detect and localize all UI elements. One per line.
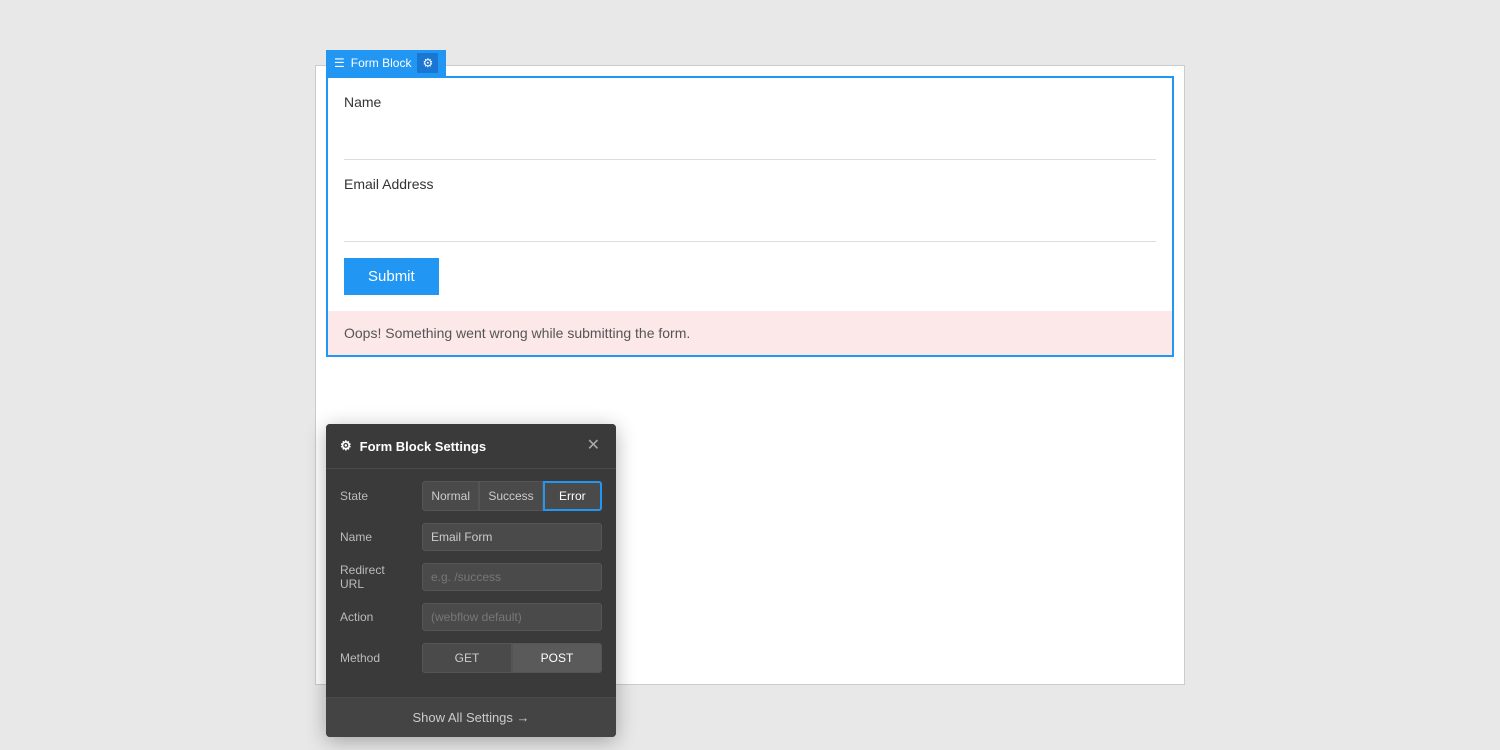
action-row: Action (340, 603, 602, 631)
name-setting-input[interactable] (422, 523, 602, 551)
method-buttons-container: GET POST (422, 643, 602, 673)
email-field: Email Address (344, 176, 1156, 242)
action-input[interactable] (422, 603, 602, 631)
settings-header: ⚙ Form Block Settings ✕ (326, 424, 616, 469)
method-row: Method GET POST (340, 643, 602, 673)
name-setting-label: Name (340, 530, 412, 544)
action-label: Action (340, 610, 412, 624)
name-row: Name (340, 523, 602, 551)
settings-body: State Normal Success Error Name Red (326, 469, 616, 697)
redirect-url-input[interactable] (422, 563, 602, 591)
state-success-button[interactable]: Success (479, 481, 542, 511)
form-block: ☰ Form Block ⚙ Name Email Address Submit… (326, 76, 1174, 357)
error-message-text: Oops! Something went wrong while submitt… (344, 325, 690, 341)
form-block-title: Form Block (351, 56, 412, 70)
state-normal-button[interactable]: Normal (422, 481, 479, 511)
form-icon: ☰ (334, 56, 345, 70)
settings-panel: ⚙ Form Block Settings ✕ State Normal Suc… (326, 424, 616, 737)
canvas: ☰ Form Block ⚙ Name Email Address Submit… (315, 65, 1185, 685)
submit-button[interactable]: Submit (344, 258, 439, 295)
settings-title: ⚙ Form Block Settings (340, 438, 486, 454)
state-error-button[interactable]: Error (543, 481, 602, 511)
form-block-settings-icon[interactable]: ⚙ (417, 53, 438, 73)
email-input[interactable] (344, 200, 1156, 242)
settings-close-button[interactable]: ✕ (585, 436, 602, 456)
action-input-container (422, 603, 602, 631)
settings-title-text: Form Block Settings (360, 439, 486, 454)
redirect-url-input-container (422, 563, 602, 591)
state-button-group: Normal Success Error (422, 481, 602, 511)
name-field: Name (344, 94, 1156, 160)
redirect-url-label: Redirect URL (340, 563, 412, 591)
name-label: Name (344, 94, 1156, 110)
method-get-button[interactable]: GET (422, 643, 512, 673)
state-row: State Normal Success Error (340, 481, 602, 511)
form-content: Name Email Address Submit (328, 78, 1172, 311)
name-input[interactable] (344, 118, 1156, 160)
method-button-group: GET POST (422, 643, 602, 673)
state-label: State (340, 489, 412, 503)
error-message-bar: Oops! Something went wrong while submitt… (328, 311, 1172, 355)
email-label: Email Address (344, 176, 1156, 192)
name-input-container (422, 523, 602, 551)
redirect-url-row: Redirect URL (340, 563, 602, 591)
state-buttons-container: Normal Success Error (422, 481, 602, 511)
method-label: Method (340, 651, 412, 665)
method-post-button[interactable]: POST (512, 643, 602, 673)
form-block-label: ☰ Form Block ⚙ (326, 50, 446, 76)
show-all-settings-button[interactable]: Show All Settings → (326, 697, 616, 737)
settings-gear-icon: ⚙ (340, 438, 352, 454)
